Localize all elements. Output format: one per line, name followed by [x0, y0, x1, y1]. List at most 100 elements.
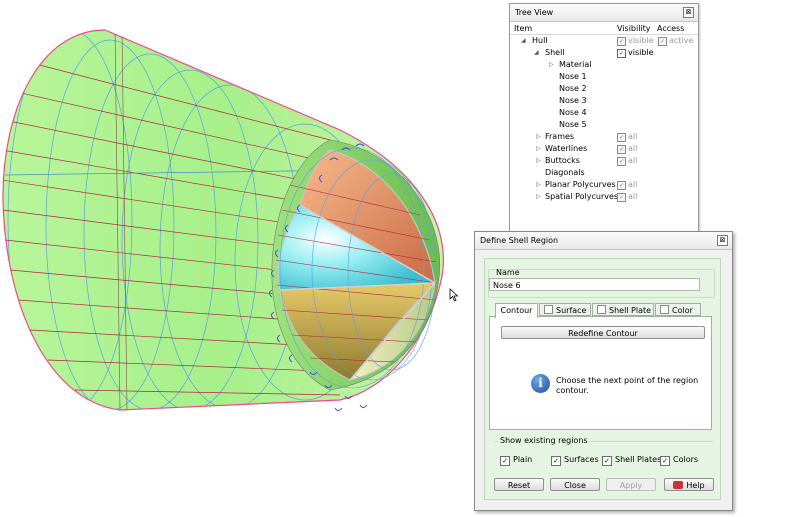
tab-color[interactable]: Color	[655, 303, 701, 316]
tree-item-nose-1[interactable]: Nose 1	[510, 71, 698, 83]
tree-item-label: Waterlines	[545, 144, 588, 153]
tab-color-checkbox[interactable]	[660, 305, 669, 314]
tree-view-title-bar: Tree View ⊠	[510, 4, 698, 22]
existing-regions-legend: Show existing regions	[498, 436, 590, 445]
tree-item-frames[interactable]: ▷ Frames ✓ all	[510, 131, 698, 143]
tree-item-label: Spatial Polycurves	[545, 192, 619, 201]
apply-button[interactable]: Apply	[606, 478, 656, 491]
tree-item-shell[interactable]: ◢ Shell ✓ visible	[510, 47, 698, 59]
tree-view-title: Tree View	[515, 8, 554, 17]
tab-shell-plate-checkbox[interactable]	[597, 305, 606, 314]
visibility-checkbox[interactable]: ✓	[617, 193, 626, 202]
colors-checkbox[interactable]: ✓ Colors	[660, 455, 698, 466]
collapse-icon[interactable]: ◢	[534, 47, 539, 59]
close-button[interactable]: Close	[550, 478, 600, 491]
plain-label: Plain	[513, 455, 533, 464]
tab-shell-plate[interactable]: Shell Plate	[592, 303, 654, 316]
info-line-2: contour.	[556, 386, 589, 395]
tree-item-label: Frames	[545, 132, 575, 141]
tree-item-label: Nose 1	[559, 72, 587, 81]
tab-contour-label: Contour	[500, 306, 533, 315]
visibility-checkbox[interactable]: ✓	[617, 49, 626, 58]
plain-checkbox-box[interactable]: ✓	[500, 456, 510, 466]
tree-item-label: Material	[559, 60, 592, 69]
column-access[interactable]: Access	[657, 24, 684, 33]
plain-checkbox[interactable]: ✓ Plain	[500, 455, 532, 466]
tree-item-hull[interactable]: ◢ Hull ✓ visible ✓ active	[510, 35, 698, 47]
tree-item-label: Buttocks	[545, 156, 580, 165]
tree-item-diagonals[interactable]: Diagonals	[510, 167, 698, 179]
access-checkbox[interactable]: ✓	[658, 37, 667, 46]
column-item[interactable]: Item	[514, 24, 532, 33]
tree-view-header: Item Visibility Access	[510, 22, 698, 35]
visibility-checkbox[interactable]: ✓	[617, 37, 626, 46]
tab-surface-label: Surface	[556, 306, 587, 315]
name-input[interactable]: Nose 6	[489, 278, 700, 291]
tree-item-nose-5[interactable]: Nose 5	[510, 119, 698, 131]
tab-shell-plate-label: Shell Plate	[609, 306, 652, 315]
name-legend: Name	[496, 268, 520, 277]
tab-surface-checkbox[interactable]	[544, 305, 553, 314]
surfaces-checkbox[interactable]: ✓ Surfaces	[551, 455, 599, 466]
collapse-icon[interactable]: ◢	[521, 35, 526, 47]
tree-item-buttocks[interactable]: ▷ Buttocks ✓ all	[510, 155, 698, 167]
dialog-content: Name Nose 6 Contour Surface Shell Plate …	[474, 231, 733, 511]
visibility-checkbox[interactable]: ✓	[617, 181, 626, 190]
shell-plates-label: Shell Plates	[615, 455, 662, 464]
tree-item-waterlines[interactable]: ▷ Waterlines ✓ all	[510, 143, 698, 155]
tree-item-label: Nose 5	[559, 120, 587, 129]
access-label: active	[669, 36, 694, 45]
visibility-label: visible	[628, 48, 654, 57]
redefine-contour-button[interactable]: Redefine Contour	[501, 326, 705, 339]
tree-item-label: Nose 4	[559, 108, 587, 117]
tree-item-spatial-polycurves[interactable]: ▷ Spatial Polycurves ✓ all	[510, 191, 698, 203]
colors-checkbox-box[interactable]: ✓	[660, 456, 670, 466]
tree-item-label: Diagonals	[545, 168, 585, 177]
visibility-label: all	[628, 156, 638, 165]
tab-contour[interactable]: Contour	[495, 303, 538, 318]
tree-view-panel: Tree View ⊠ Item Visibility Access ◢ Hul…	[509, 3, 699, 241]
visibility-checkbox[interactable]: ✓	[617, 145, 626, 154]
reset-button[interactable]: Reset	[494, 478, 544, 491]
help-button[interactable]: Help	[664, 478, 714, 491]
tree-item-nose-2[interactable]: Nose 2	[510, 83, 698, 95]
tree-view-close-icon[interactable]: ⊠	[683, 7, 694, 18]
info-icon: i	[531, 374, 550, 393]
expand-icon[interactable]: ▷	[536, 131, 541, 143]
tree-item-nose-4[interactable]: Nose 4	[510, 107, 698, 119]
tab-color-label: Color	[672, 306, 693, 315]
tree-item-nose-3[interactable]: Nose 3	[510, 95, 698, 107]
visibility-label: all	[628, 192, 638, 201]
3d-viewport[interactable]	[0, 0, 470, 517]
tree-item-label: Hull	[532, 36, 548, 45]
info-line-1: Choose the next point of the region	[556, 376, 699, 385]
surfaces-label: Surfaces	[564, 455, 599, 464]
shell-plates-checkbox[interactable]: ✓ Shell Plates	[602, 455, 661, 466]
tree-item-label: Nose 3	[559, 96, 587, 105]
surfaces-checkbox-box[interactable]: ✓	[551, 456, 561, 466]
colors-label: Colors	[673, 455, 699, 464]
help-label: Help	[686, 481, 705, 490]
column-visibility[interactable]: Visibility	[617, 24, 651, 33]
visibility-checkbox[interactable]: ✓	[617, 133, 626, 142]
expand-icon[interactable]: ▷	[536, 191, 541, 203]
visibility-label: visible	[628, 36, 654, 45]
mouse-cursor-icon	[449, 288, 459, 302]
help-icon	[673, 481, 684, 489]
expand-icon[interactable]: ▷	[536, 179, 541, 191]
hull-model	[2, 29, 444, 411]
tree-item-label: Planar Polycurves	[545, 180, 616, 189]
visibility-label: all	[628, 144, 638, 153]
tree-item-material[interactable]: ▷ Material	[510, 59, 698, 71]
tree-item-label: Shell	[545, 48, 565, 57]
visibility-label: all	[628, 180, 638, 189]
tab-surface[interactable]: Surface	[539, 303, 591, 316]
tree-item-planar-polycurves[interactable]: ▷ Planar Polycurves ✓ all	[510, 179, 698, 191]
expand-icon[interactable]: ▷	[549, 59, 554, 71]
tree-rows: ◢ Hull ✓ visible ✓ active ◢ Shell ✓ visi…	[510, 35, 698, 203]
info-message: Choose the next point of the region cont…	[556, 376, 698, 396]
expand-icon[interactable]: ▷	[536, 143, 541, 155]
shell-plates-checkbox-box[interactable]: ✓	[602, 456, 612, 466]
expand-icon[interactable]: ▷	[536, 155, 541, 167]
visibility-checkbox[interactable]: ✓	[617, 157, 626, 166]
